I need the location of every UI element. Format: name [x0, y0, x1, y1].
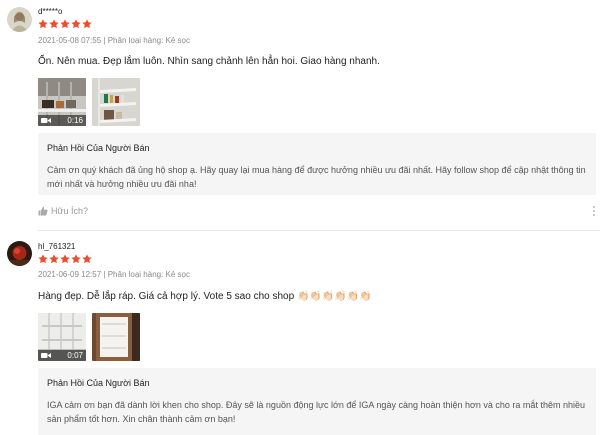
seller-reply-title: Phản Hồi Của Người Bán	[47, 378, 150, 388]
star-icon	[71, 254, 81, 264]
video-thumbnail[interactable]: 0:07	[38, 313, 86, 361]
meta-separator: |	[103, 270, 106, 279]
review-meta: 2021-05-08 07:55 | Phân loại hàng: Kẻ sọ…	[38, 36, 190, 45]
review-comment: Ổn. Nên mua. Đẹp lắm luôn. Nhìn sang chả…	[38, 56, 380, 67]
more-options-icon[interactable]	[592, 206, 596, 216]
helpful-label: Hữu Ích?	[51, 206, 89, 216]
meta-separator: |	[103, 36, 106, 45]
video-camera-icon	[41, 353, 51, 358]
username[interactable]: d*****o	[38, 7, 62, 16]
seller-reply: Phản Hồi Của Người Bán Cảm ơn quý khách …	[38, 133, 596, 195]
star-icon	[60, 254, 70, 264]
rating-stars	[38, 254, 92, 264]
rating-stars	[38, 19, 92, 29]
product-variant: Phân loại hàng: Kẻ sọc	[107, 270, 190, 279]
video-bar: 0:16	[38, 115, 86, 126]
star-icon	[38, 254, 48, 264]
seller-reply: Phản Hồi Của Người Bán IGA cảm ơn bạn đã…	[38, 368, 596, 435]
review-meta: 2021-06-09 12:57 | Phân loại hàng: Kẻ sọ…	[38, 270, 190, 279]
star-icon	[82, 19, 92, 29]
video-thumbnail[interactable]: 0:16	[38, 78, 86, 126]
review-divider	[38, 230, 600, 231]
avatar[interactable]	[7, 241, 32, 266]
avatar[interactable]	[7, 7, 32, 32]
seller-reply-title: Phản Hồi Của Người Bán	[47, 143, 150, 153]
review-comment: Hàng đẹp. Dễ lắp ráp. Giá cả hợp lý. Vot…	[38, 291, 372, 302]
image-thumbnail[interactable]	[92, 313, 140, 361]
star-icon	[49, 19, 59, 29]
review-date: 2021-06-09 12:57	[38, 270, 102, 279]
seller-reply-text: Cảm ơn quý khách đã ủng hộ shop ạ. Hãy q…	[47, 165, 586, 189]
star-icon	[60, 19, 70, 29]
video-duration: 0:16	[67, 116, 83, 125]
username[interactable]: hl_761321	[38, 242, 75, 251]
star-icon	[82, 254, 92, 264]
star-icon	[38, 19, 48, 29]
helpful-button[interactable]: Hữu Ích?	[38, 206, 88, 216]
video-camera-icon	[41, 118, 51, 123]
video-bar: 0:07	[38, 350, 86, 361]
review-date: 2021-05-08 07:55	[38, 36, 102, 45]
product-variant: Phân loại hàng: Kẻ sọc	[107, 36, 190, 45]
image-thumbnail[interactable]	[92, 78, 140, 126]
video-duration: 0:07	[67, 351, 83, 360]
review-media: 0:07	[38, 313, 140, 361]
star-icon	[71, 19, 81, 29]
review-media: 0:16	[38, 78, 140, 126]
thumbs-up-icon	[38, 206, 48, 216]
star-icon	[49, 254, 59, 264]
seller-reply-text: IGA cảm ơn bạn đã dành lời khen cho shop…	[47, 400, 585, 424]
